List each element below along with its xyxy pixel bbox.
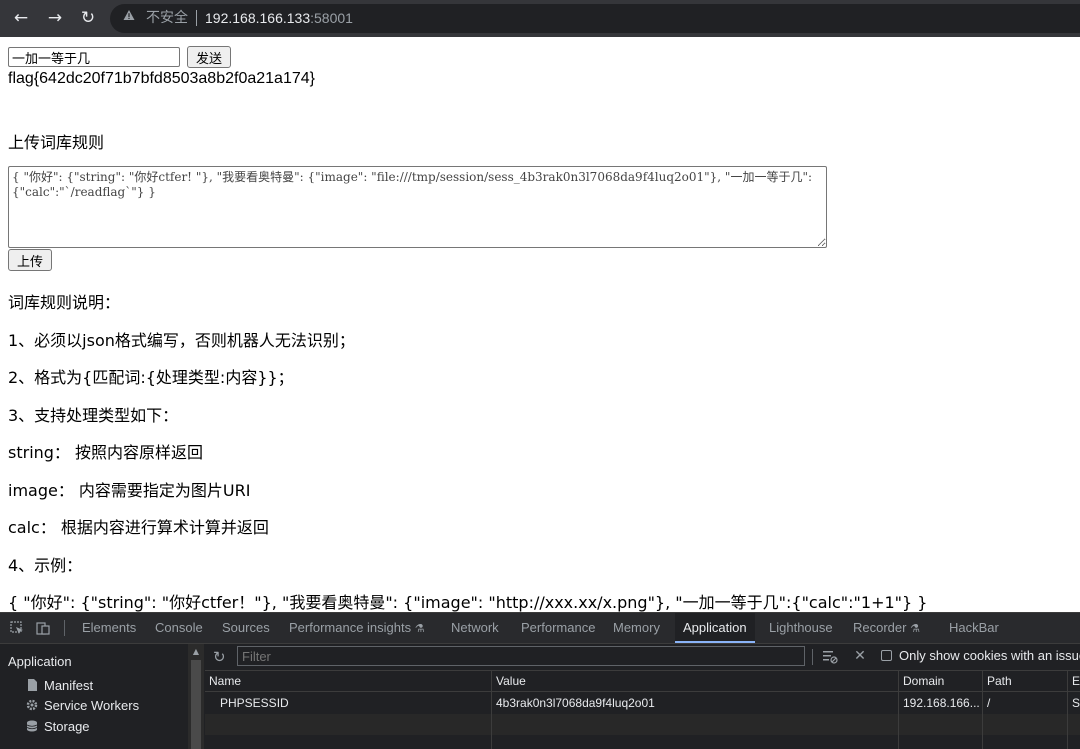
column-divider[interactable] bbox=[898, 671, 899, 749]
tab-performance[interactable]: Performance bbox=[521, 613, 595, 643]
flag-text: flag{642dc20f71b7bfd8503a8b2f0a21a174} bbox=[8, 70, 315, 87]
toolbar-divider bbox=[812, 649, 813, 665]
clear-filtered-icon[interactable] bbox=[822, 648, 838, 664]
tab-recorder[interactable]: Recorder ⚗ bbox=[853, 613, 920, 643]
column-divider[interactable] bbox=[982, 671, 983, 749]
instruction-line: string： 按照内容原样返回 bbox=[8, 443, 204, 462]
flask-icon: ⚗ bbox=[910, 623, 920, 635]
database-icon bbox=[26, 720, 38, 732]
url-text[interactable]: 192.168.166.133:58001 bbox=[205, 9, 353, 27]
cookie-name[interactable]: PHPSESSID bbox=[216, 693, 491, 714]
instruction-line: image： 内容需要指定为图片URI bbox=[8, 481, 251, 500]
sidebar-item-storage[interactable]: Storage bbox=[26, 719, 90, 734]
cookies-pane: ↻ ✕ Only show cookies with an issue Name… bbox=[205, 644, 1080, 749]
filter-input[interactable] bbox=[237, 646, 805, 666]
rules-textarea[interactable]: { "你好": {"string": "你好ctfer! "}, "我要看奥特曼… bbox=[8, 166, 827, 248]
tab-sources[interactable]: Sources bbox=[222, 613, 270, 643]
sidebar-item-service-workers[interactable]: Service Workers bbox=[26, 698, 139, 713]
scrollbar-thumb[interactable] bbox=[191, 660, 201, 749]
url-port: :58001 bbox=[310, 10, 353, 26]
sidebar-item-label: Storage bbox=[44, 719, 90, 734]
sidebar-item-manifest[interactable]: Manifest bbox=[26, 678, 93, 693]
send-button[interactable]: 发送 bbox=[187, 46, 231, 68]
example-json: { "你好": {"string": "你好ctfer！"}, "我要看奥特曼"… bbox=[8, 593, 928, 612]
only-issue-label[interactable]: Only show cookies with an issue bbox=[899, 648, 1080, 663]
url-host: 192.168.166.133 bbox=[205, 10, 311, 26]
instruction-line: 2、格式为{匹配词:{处理类型:内容}}； bbox=[8, 368, 294, 387]
tab-console[interactable]: Console bbox=[155, 613, 203, 643]
insecure-label[interactable]: 不安全 bbox=[146, 9, 188, 27]
question-input[interactable] bbox=[8, 47, 180, 67]
tab-performance-insights-label: Performance insights bbox=[289, 620, 412, 635]
table-row-empty bbox=[205, 714, 1080, 735]
scroll-up-icon[interactable]: ▲ bbox=[191, 647, 201, 657]
back-arrow-icon[interactable]: ← bbox=[10, 8, 32, 28]
address-divider bbox=[196, 10, 197, 26]
instruction-line: 1、必须以json格式编写，否则机器人无法识别； bbox=[8, 331, 355, 350]
cookie-value[interactable]: 4b3rak0n3l7068da9f4luq2o01 bbox=[492, 693, 898, 714]
column-divider[interactable] bbox=[491, 671, 492, 749]
column-header-expires[interactable]: Ex bbox=[1068, 671, 1080, 692]
tab-network[interactable]: Network bbox=[451, 613, 499, 643]
tab-hackbar[interactable]: HackBar bbox=[949, 613, 999, 643]
instructions-heading: 词库规则说明： bbox=[8, 293, 121, 312]
cookies-table: Name Value Domain Path Ex PHPSESSID 4b3r… bbox=[205, 671, 1080, 749]
tabbar-divider bbox=[64, 620, 65, 636]
instruction-line: 3、支持处理类型如下： bbox=[8, 406, 179, 425]
device-toggle-icon[interactable] bbox=[36, 621, 50, 635]
upload-button[interactable]: 上传 bbox=[8, 249, 52, 271]
sidebar-title: Application bbox=[8, 654, 72, 669]
tab-lighthouse[interactable]: Lighthouse bbox=[769, 613, 833, 643]
cookie-path[interactable]: / bbox=[983, 693, 1067, 714]
tab-recorder-label: Recorder bbox=[853, 620, 907, 635]
refresh-icon[interactable]: ↻ bbox=[213, 648, 226, 666]
only-issue-checkbox[interactable] bbox=[881, 650, 892, 661]
cookie-expires[interactable]: Se bbox=[1068, 693, 1080, 714]
cookies-toolbar: ↻ ✕ Only show cookies with an issue bbox=[205, 644, 1080, 671]
file-icon bbox=[28, 679, 37, 691]
inspect-element-icon[interactable] bbox=[10, 621, 24, 635]
close-icon[interactable]: ✕ bbox=[852, 648, 868, 664]
cookie-domain[interactable]: 192.168.166... bbox=[899, 693, 982, 714]
flask-icon: ⚗ bbox=[414, 623, 425, 635]
table-row-empty bbox=[205, 735, 1080, 749]
sidebar-item-label: Service Workers bbox=[44, 698, 140, 713]
column-header-name[interactable]: Name bbox=[205, 671, 491, 692]
tab-application[interactable]: Application bbox=[675, 613, 755, 643]
upload-heading: 上传词库规则 bbox=[8, 133, 105, 152]
sidebar-item-label: Manifest bbox=[44, 678, 94, 693]
tab-performance-insights[interactable]: Performance insights ⚗ bbox=[289, 613, 425, 643]
instruction-line: 4、示例： bbox=[8, 556, 83, 575]
instruction-line: calc： 根据内容进行算术计算并返回 bbox=[8, 518, 269, 537]
forward-arrow-icon[interactable]: → bbox=[44, 8, 66, 28]
column-header-domain[interactable]: Domain bbox=[899, 671, 982, 692]
column-header-path[interactable]: Path bbox=[983, 671, 1067, 692]
browser-toolbar: ← → ↻ 不安全 192.168.166.133:58001 bbox=[0, 0, 1080, 37]
column-header-value[interactable]: Value bbox=[492, 671, 898, 692]
tab-elements[interactable]: Elements bbox=[82, 613, 136, 643]
devtools-panel: Elements Console Sources Performance ins… bbox=[0, 612, 1080, 749]
column-divider[interactable] bbox=[1067, 671, 1068, 749]
application-sidebar: Application Manifest Service Workers Sto… bbox=[0, 644, 189, 749]
devtools-tabbar: Elements Console Sources Performance ins… bbox=[0, 613, 1080, 644]
tab-memory[interactable]: Memory bbox=[613, 613, 660, 643]
warning-icon[interactable] bbox=[123, 9, 135, 21]
gear-icon bbox=[26, 699, 38, 711]
reload-icon[interactable]: ↻ bbox=[77, 8, 99, 28]
